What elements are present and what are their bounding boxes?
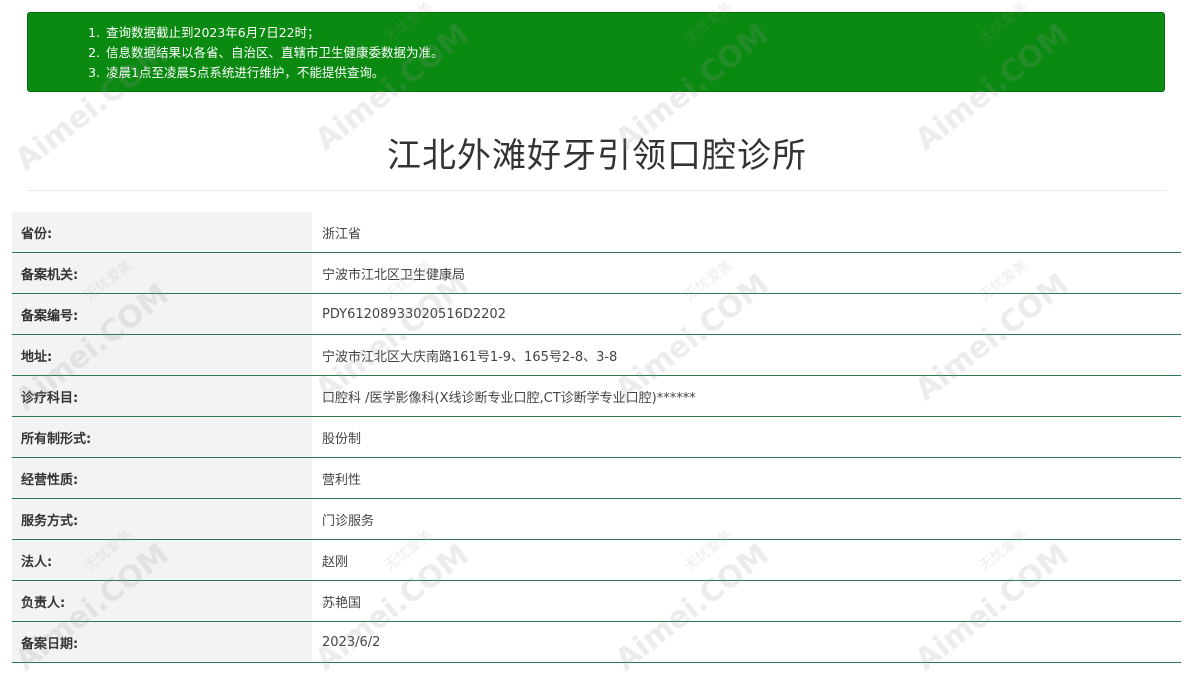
- row-value: 浙江省: [312, 212, 1181, 252]
- row-label: 地址:: [12, 335, 312, 375]
- row-label: 省份:: [12, 212, 312, 252]
- notice-list: 查询数据截止到2023年6月7日22时； 信息数据结果以各省、自治区、直辖市卫生…: [78, 23, 1164, 83]
- row-label: 诊疗科目:: [12, 376, 312, 416]
- row-value: PDY61208933020516D2202: [312, 294, 1181, 334]
- table-row: 服务方式: 门诊服务: [12, 499, 1181, 540]
- notice-item: 信息数据结果以各省、自治区、直辖市卫生健康委数据为准。: [104, 43, 1164, 63]
- table-row: 备案机关: 宁波市江北区卫生健康局: [12, 253, 1181, 294]
- row-value: 宁波市江北区卫生健康局: [312, 253, 1181, 293]
- row-value: 2023/6/2: [312, 622, 1181, 662]
- row-value: 宁波市江北区大庆南路161号1-9、165号2-8、3-8: [312, 335, 1181, 375]
- row-label: 备案编号:: [12, 294, 312, 334]
- row-value: 赵刚: [312, 540, 1181, 580]
- notice-item: 凌晨1点至凌晨5点系统进行维护，不能提供查询。: [104, 63, 1164, 83]
- row-label: 所有制形式:: [12, 417, 312, 457]
- row-label: 备案机关:: [12, 253, 312, 293]
- title-divider: [27, 190, 1167, 191]
- table-row: 经营性质: 营利性: [12, 458, 1181, 499]
- table-row: 地址: 宁波市江北区大庆南路161号1-9、165号2-8、3-8: [12, 335, 1181, 376]
- table-row: 省份: 浙江省: [12, 212, 1181, 253]
- table-row: 诊疗科目: 口腔科 /医学影像科(X线诊断专业口腔,CT诊断学专业口腔)****…: [12, 376, 1181, 417]
- table-row: 负责人: 苏艳国: [12, 581, 1181, 622]
- row-value: 口腔科 /医学影像科(X线诊断专业口腔,CT诊断学专业口腔)******: [312, 376, 1181, 416]
- row-value: 门诊服务: [312, 499, 1181, 539]
- table-row: 法人: 赵刚: [12, 540, 1181, 581]
- row-value: 营利性: [312, 458, 1181, 498]
- row-value: 苏艳国: [312, 581, 1181, 621]
- row-label: 服务方式:: [12, 499, 312, 539]
- table-row: 备案日期: 2023/6/2: [12, 622, 1181, 663]
- table-row: 备案编号: PDY61208933020516D2202: [12, 294, 1181, 335]
- page-title: 江北外滩好牙引领口腔诊所: [387, 136, 807, 176]
- table-row: 所有制形式: 股份制: [12, 417, 1181, 458]
- row-label: 备案日期:: [12, 622, 312, 662]
- row-value: 股份制: [312, 417, 1181, 457]
- notice-banner: 查询数据截止到2023年6月7日22时； 信息数据结果以各省、自治区、直辖市卫生…: [27, 12, 1165, 92]
- row-label: 经营性质:: [12, 458, 312, 498]
- row-label: 法人:: [12, 540, 312, 580]
- row-label: 负责人:: [12, 581, 312, 621]
- info-table: 省份: 浙江省 备案机关: 宁波市江北区卫生健康局 备案编号: PDY61208…: [12, 212, 1181, 663]
- notice-item: 查询数据截止到2023年6月7日22时；: [104, 23, 1164, 43]
